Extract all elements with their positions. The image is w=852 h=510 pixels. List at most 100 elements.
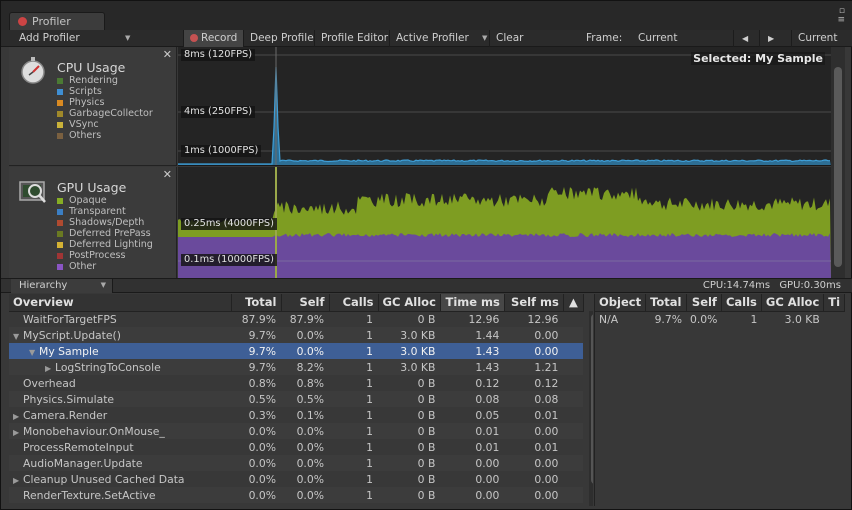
row-time-cell: 1.44 <box>440 327 505 343</box>
row-name-cell: AudioManager.Update <box>9 455 231 471</box>
row-spacer-cell <box>563 407 583 423</box>
legend-swatch <box>57 209 63 215</box>
next-frame-button[interactable]: ▶ <box>759 30 785 47</box>
profile-editor-button[interactable]: Profile Editor <box>314 30 390 47</box>
cpu-time: CPU:14.74ms <box>702 280 771 291</box>
cpu-label-8ms: 8ms (120FPS) <box>181 49 256 61</box>
prev-frame-button[interactable]: ◀ <box>733 30 759 47</box>
col-total[interactable]: Total <box>231 294 282 312</box>
row-self-cell: 0.0% <box>281 455 329 471</box>
details-row[interactable]: N/A 9.7% 0.0% 1 3.0 KB <box>595 311 845 327</box>
hierarchy-row[interactable]: Overhead 0.8% 0.8% 1 0 B 0.12 0.12 <box>9 375 583 391</box>
charts-scrollbar-thumb[interactable] <box>834 67 842 267</box>
gpu-usage-title: GPU Usage <box>57 180 127 195</box>
hierarchy-row[interactable]: ProcessRemoteInput 0.0% 0.0% 1 0 B 0.01 0.01 <box>9 439 583 455</box>
col-detail-total[interactable]: Total <box>645 294 687 312</box>
active-profiler-dropdown[interactable]: Active Profiler ▼ <box>389 30 489 47</box>
collapsed-arrow-icon[interactable]: ▶ <box>13 476 23 485</box>
row-gc-cell: 3.0 KB <box>378 359 441 375</box>
window-menu-icon[interactable]: ≡ <box>823 16 845 25</box>
legend-item: Shadows/Depth <box>57 217 153 228</box>
collapsed-arrow-icon[interactable]: ▶ <box>13 428 23 437</box>
charts-scrollbar[interactable] <box>831 47 845 278</box>
gpu-close-icon[interactable]: ✕ <box>163 168 172 181</box>
cpu-graph[interactable]: 8ms (120FPS) 4ms (250FPS) 1ms (1000FPS) … <box>178 47 831 166</box>
add-profiler-dropdown[interactable]: Add Profiler ▼ <box>9 30 133 47</box>
col-self-ms[interactable]: Self ms <box>504 294 564 312</box>
gpu-usage-module[interactable]: GPU Usage ✕ Opaque Transparent Shadows/Dep… <box>9 167 177 278</box>
cpu-close-icon[interactable]: ✕ <box>163 48 172 61</box>
hierarchy-row[interactable]: RenderTexture.SetActive 0.0% 0.0% 1 0 B 0.00 0… <box>9 487 584 503</box>
col-overview[interactable]: Overview <box>9 294 232 312</box>
row-time-cell: 0.00 <box>440 455 505 471</box>
profiler-tab-icon <box>18 17 27 26</box>
col-detail-calls[interactable]: Calls <box>721 294 762 312</box>
expanded-arrow-icon[interactable]: ▼ <box>29 348 39 357</box>
col-calls[interactable]: Calls <box>329 294 379 312</box>
clear-button[interactable]: Clear <box>489 30 533 47</box>
col-self[interactable]: Self <box>281 294 330 312</box>
legend-swatch <box>57 122 63 128</box>
row-self-cell: 8.2% <box>281 359 329 375</box>
collapsed-arrow-icon[interactable]: ▶ <box>45 364 55 373</box>
row-gc-cell: 3.0 KB <box>378 343 441 359</box>
hierarchy-row[interactable]: ▶ Cleanup Unused Cached Data 0.0% 0.0% 1 0 B 0… <box>9 471 583 487</box>
row-self-cell: 0.5% <box>281 391 329 407</box>
collapsed-arrow-icon[interactable]: ▶ <box>13 412 23 421</box>
col-object[interactable]: Object <box>595 294 647 312</box>
col-detail-self[interactable]: Self <box>686 294 722 312</box>
row-name: Cleanup Unused Cached Data <box>23 472 185 486</box>
detail-gc-cell: 3.0 KB <box>784 312 820 326</box>
cpu-usage-module[interactable]: CPU Usage ✕ Rendering Scripts Physics Garba… <box>9 47 177 166</box>
row-calls-cell: 1 <box>329 487 378 503</box>
object-details-table: Object Total Self Calls GC Alloc Ti N/A 9… <box>595 294 845 327</box>
legend-label: Opaque <box>69 195 107 206</box>
hierarchy-row[interactable]: AudioManager.Update 0.0% 0.0% 1 0 B 0.00 0.00 <box>9 455 584 471</box>
current-frame-button[interactable]: Current <box>791 30 845 47</box>
col-detail-time[interactable]: Ti <box>823 294 845 312</box>
profiler-tab[interactable]: Profiler <box>9 12 105 31</box>
legend-swatch <box>57 231 63 237</box>
row-gc-cell: 3.0 KB <box>378 327 441 343</box>
row-name-cell: ▼ MyScript.Update() <box>9 327 231 343</box>
row-spacer-cell <box>563 327 584 343</box>
row-selfms-cell: 0.00 <box>504 423 564 439</box>
hierarchy-row[interactable]: ▼ MyScript.Update() 9.7% 0.0% 1 3.0 KB 1.44 0.0… <box>9 327 584 343</box>
row-total-cell: 0.8% <box>248 376 276 390</box>
row-time-cell: 1.43 <box>440 359 505 375</box>
row-self-cell: 0.8% <box>296 376 324 390</box>
profiler-window: Profiler ▫ ≡ Add Profiler ▼ Record Deep … <box>0 0 852 510</box>
cpu-label-4ms: 4ms (250FPS) <box>181 106 256 118</box>
hierarchy-row[interactable]: Physics.Simulate 0.5% 0.5% 1 0 B 0.08 0.08 <box>9 391 584 407</box>
hierarchy-row[interactable]: ▶ Monobehaviour.OnMouse_ 0.0% 0.0% 1 0 B 0.01 0… <box>9 423 584 439</box>
view-mode-label: Hierarchy <box>19 280 68 291</box>
col-warning-icon[interactable]: ▲ <box>563 294 584 312</box>
legend-item: Rendering <box>57 75 153 86</box>
hierarchy-scrollbar-thumb[interactable] <box>591 314 593 484</box>
row-total-cell: 87.9% <box>241 312 276 326</box>
col-gc-alloc[interactable]: GC Alloc <box>378 294 441 312</box>
row-name: RenderTexture.SetActive <box>23 488 156 502</box>
legend-swatch <box>57 133 63 139</box>
col-time-ms[interactable]: Time ms <box>440 294 505 312</box>
deep-profile-button[interactable]: Deep Profile <box>243 30 315 47</box>
row-gc-cell: 0 B <box>378 455 441 471</box>
hierarchy-row[interactable]: ▶ LogStringToConsole 9.7% 8.2% 1 3.0 KB 1.43 1.… <box>9 359 584 375</box>
row-time-cell: 0.08 <box>440 391 505 407</box>
record-button[interactable]: Record <box>183 30 243 47</box>
hierarchy-scrollbar[interactable] <box>589 311 593 506</box>
hierarchy-row[interactable]: ▼ My Sample 9.7% 0.0% 1 3.0 KB 1.43 0.00 <box>9 343 584 359</box>
col-detail-gc-alloc[interactable]: GC Alloc <box>761 294 825 312</box>
row-self-cell: 0.0% <box>281 343 329 359</box>
hierarchy-row[interactable]: WaitForTargetFPS 87.9% 87.9% 1 0 B 12.96 12.96 <box>9 311 583 327</box>
row-selfms-cell: 0.12 <box>534 376 559 390</box>
expanded-arrow-icon[interactable]: ▼ <box>13 332 23 341</box>
detail-ti-cell <box>824 311 845 327</box>
gpu-graph[interactable]: 0.25ms (4000FPS) 0.1ms (10000FPS) <box>178 167 831 278</box>
row-selfms-cell: 0.00 <box>504 455 564 471</box>
view-mode-dropdown[interactable]: Hierarchy ▼ <box>11 279 113 293</box>
cpu-stopwatch-icon <box>21 57 45 84</box>
hierarchy-row[interactable]: ▶ Camera.Render 0.3% 0.1% 1 0 B 0.05 0.01 <box>9 407 583 423</box>
window-controls: ▫ ≡ <box>823 7 845 27</box>
current-frame-label: Current <box>798 32 838 44</box>
